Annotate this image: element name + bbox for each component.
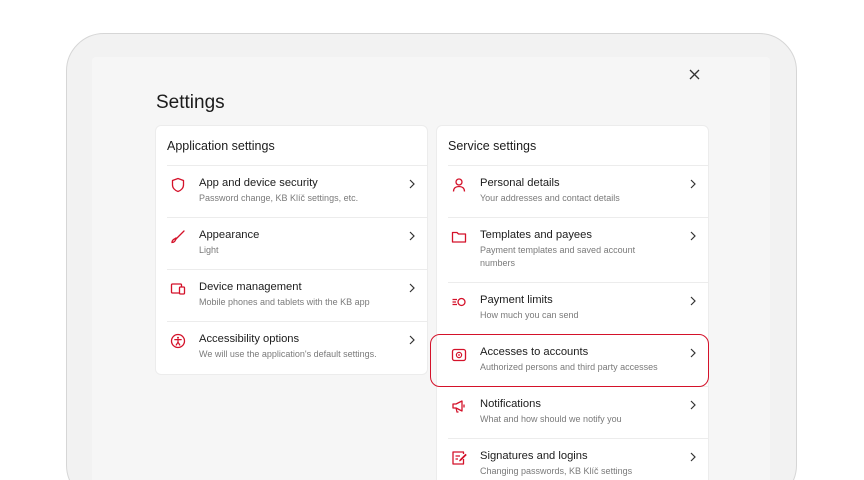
signature-icon	[450, 449, 468, 467]
divider	[448, 282, 708, 283]
devices-icon	[169, 280, 187, 298]
item-sub: Mobile phones and tablets with the KB ap…	[199, 297, 370, 307]
divider	[167, 217, 427, 218]
settings-item-notifications[interactable]: Notifications What and how should we not…	[437, 386, 708, 438]
chevron-right-icon	[688, 400, 698, 410]
service-settings-title: Service settings	[448, 139, 537, 153]
divider	[448, 438, 708, 439]
item-sub: We will use the application's default se…	[199, 349, 377, 359]
item-sub: Changing passwords, KB Klíč settings	[480, 466, 633, 476]
page-title: Settings	[156, 92, 225, 113]
chevron-right-icon	[688, 231, 698, 241]
application-settings-card: Application settings App and device secu…	[156, 126, 427, 374]
folder-icon	[450, 228, 468, 246]
divider	[167, 165, 427, 166]
settings-item-accesses-to-accounts[interactable]: Accesses to accounts Authorized persons …	[437, 334, 708, 386]
divider	[448, 217, 708, 218]
close-button[interactable]	[684, 64, 704, 84]
item-sub: Authorized persons and third party acces…	[480, 362, 658, 372]
settings-item-accessibility[interactable]: Accessibility options We will use the ap…	[156, 321, 427, 373]
item-label: App and device security	[199, 177, 318, 189]
item-sub: Password change, KB Klíč settings, etc.	[199, 193, 359, 203]
settings-item-app-security[interactable]: App and device security Password change,…	[156, 165, 427, 217]
settings-item-payment-limits[interactable]: Payment limits How much you can send	[437, 282, 708, 334]
divider	[448, 386, 708, 387]
item-sub: Light	[199, 245, 219, 255]
close-icon	[689, 69, 699, 79]
item-label: Accessibility options	[199, 333, 300, 345]
item-label: Payment limits	[480, 294, 553, 306]
application-settings-title: Application settings	[167, 139, 275, 153]
divider	[167, 269, 427, 270]
item-sub: Your addresses and contact details	[480, 193, 620, 203]
chevron-right-icon	[688, 179, 698, 189]
person-icon	[450, 176, 468, 194]
accessibility-icon	[169, 332, 187, 350]
item-label: Device management	[199, 281, 302, 293]
chevron-right-icon	[688, 348, 698, 358]
item-sub: What and how should we notify you	[480, 414, 622, 424]
brush-icon	[169, 228, 187, 246]
item-label: Templates and payees	[480, 229, 592, 241]
item-label: Accesses to accounts	[480, 346, 589, 358]
safe-icon	[450, 346, 468, 364]
item-label: Personal details	[480, 177, 560, 189]
divider	[167, 321, 427, 322]
divider	[448, 165, 708, 166]
settings-item-device-management[interactable]: Device management Mobile phones and tabl…	[156, 269, 427, 321]
item-label: Notifications	[480, 398, 541, 410]
item-sub: How much you can send	[480, 310, 579, 320]
chevron-right-icon	[407, 231, 417, 241]
chevron-right-icon	[407, 335, 417, 345]
shield-icon	[169, 176, 187, 194]
item-sub: Payment templates and saved account numb…	[480, 245, 636, 268]
limits-icon	[450, 293, 468, 311]
settings-item-personal-details[interactable]: Personal details Your addresses and cont…	[437, 165, 708, 217]
settings-item-templates-payees[interactable]: Templates and payees Payment templates a…	[437, 217, 708, 282]
item-label: Appearance	[199, 229, 260, 241]
chevron-right-icon	[688, 452, 698, 462]
service-settings-card: Service settings Personal details Your a…	[437, 126, 708, 480]
chevron-right-icon	[407, 283, 417, 293]
megaphone-icon	[450, 397, 468, 415]
chevron-right-icon	[407, 179, 417, 189]
settings-item-signatures-logins[interactable]: Signatures and logins Changing passwords…	[437, 438, 708, 480]
settings-item-appearance[interactable]: Appearance Light	[156, 217, 427, 269]
item-label: Signatures and logins	[480, 450, 588, 462]
chevron-right-icon	[688, 296, 698, 306]
